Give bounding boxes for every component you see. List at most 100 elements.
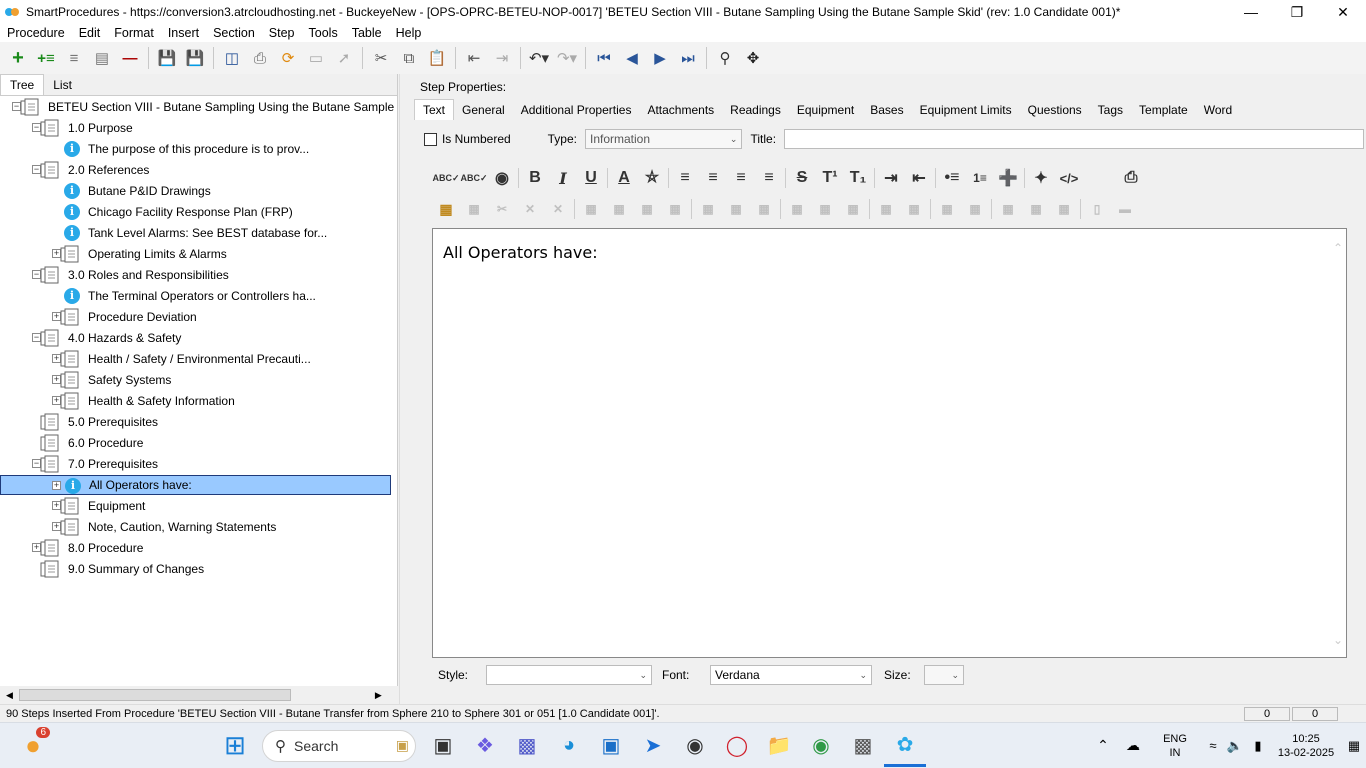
tab-text[interactable]: Text (414, 99, 455, 120)
list-alt-icon[interactable]: ▤ (88, 44, 116, 72)
html-source-icon[interactable]: </> (1055, 165, 1083, 191)
spellcheck-icon[interactable]: ABC✓ (432, 165, 460, 191)
table-action-icon[interactable]: ▦ (722, 196, 750, 222)
tree-node[interactable]: + Note, Caution, Warning Statements (0, 517, 391, 537)
add-icon[interactable]: + (4, 44, 32, 72)
export-icon[interactable]: ◫ (218, 44, 246, 72)
insert-line-icon[interactable]: ➕ (994, 165, 1022, 191)
wifi-icon[interactable]: ≈ (1202, 725, 1224, 767)
table-action-icon[interactable]: ▦ (872, 196, 900, 222)
tree-node[interactable]: i Butane P&ID Drawings (0, 181, 391, 201)
table-action-icon[interactable]: ▦ (900, 196, 928, 222)
remove-icon[interactable]: — (116, 44, 144, 72)
tree-node[interactable]: −4.0 Hazards & Safety (0, 328, 391, 348)
editor-scrollbar[interactable]: ⌃ ⌄ (1332, 229, 1346, 657)
tab-list[interactable]: List (44, 75, 81, 95)
file-explorer-icon[interactable]: 📁 (758, 725, 800, 767)
close-button[interactable]: ✕ (1320, 0, 1366, 24)
chevron-up-icon[interactable]: ⌃ (1088, 725, 1118, 767)
menu-procedure[interactable]: Procedure (0, 26, 72, 40)
undo-icon[interactable]: ↶▾ (525, 44, 553, 72)
tab-attachments[interactable]: Attachments (639, 100, 722, 120)
tree-node[interactable]: i Tank Level Alarms: See BEST database fo… (0, 223, 391, 243)
copy-icon[interactable]: ⧉ (395, 44, 423, 72)
last-icon[interactable]: ⏭ (674, 44, 702, 72)
strikethrough-icon[interactable]: S (788, 165, 816, 191)
spellcheck-auto-icon[interactable]: ABC✓ (460, 165, 488, 191)
save-icon[interactable]: 💾 (181, 44, 209, 72)
subscript-icon[interactable]: T₁ (844, 165, 872, 191)
tab-general[interactable]: General (454, 100, 513, 120)
clock[interactable]: 10:25 13-02-2025 (1270, 732, 1342, 760)
weather-icon[interactable]: ● 6 (12, 725, 54, 767)
scroll-thumb[interactable] (18, 689, 291, 701)
font-select[interactable]: Verdana ⌄ (710, 665, 872, 685)
tab-readings[interactable]: Readings (722, 100, 789, 120)
bullet-list-icon[interactable]: •≡ (938, 165, 966, 191)
menu-format[interactable]: Format (107, 26, 161, 40)
menu-help[interactable]: Help (389, 26, 429, 40)
task-view-icon[interactable]: ▣ (422, 725, 464, 767)
tree-node[interactable]: −1.0 Purpose (0, 118, 391, 138)
start-icon[interactable]: ⊞ (214, 725, 256, 767)
move-icon[interactable]: ✥ (739, 44, 767, 72)
style-select[interactable]: ⌄ (486, 665, 652, 685)
menu-insert[interactable]: Insert (161, 26, 206, 40)
tree-node[interactable]: 6.0 Procedure (0, 433, 391, 453)
tree-node[interactable]: −3.0 Roles and Responsibilities (0, 265, 391, 285)
dell-icon[interactable]: ◉ (674, 725, 716, 767)
menu-edit[interactable]: Edit (72, 26, 108, 40)
tab-tags[interactable]: Tags (1090, 100, 1131, 120)
scroll-right-icon[interactable]: ▶ (375, 690, 382, 701)
tab-equipment-limits[interactable]: Equipment Limits (912, 100, 1020, 120)
remote-desktop-icon[interactable]: ➤ (632, 725, 674, 767)
volume-icon[interactable]: 🔈 (1224, 725, 1246, 767)
app-icon-2[interactable]: ▩ (842, 725, 884, 767)
indent-left-icon[interactable]: ⇤ (905, 165, 933, 191)
scroll-up-icon[interactable]: ⌃ (1333, 241, 1343, 255)
underline-icon[interactable]: U (577, 165, 605, 191)
tree-node[interactable]: + Health & Safety Information (0, 391, 391, 411)
tab-template[interactable]: Template (1131, 100, 1196, 120)
store-icon[interactable]: ▣ (590, 725, 632, 767)
table-action-icon[interactable]: ✕ (544, 196, 572, 222)
menu-table[interactable]: Table (345, 26, 389, 40)
copilot-icon[interactable]: ❖ (464, 725, 506, 767)
editor-content[interactable]: All Operators have: (443, 243, 598, 262)
bold-icon[interactable]: B (521, 165, 549, 191)
add-child-icon[interactable]: +≡ (32, 44, 60, 72)
tree-node[interactable]: + Operating Limits & Alarms (0, 244, 391, 264)
table-action-icon[interactable]: ✕ (516, 196, 544, 222)
size-select[interactable]: ⌄ (924, 665, 964, 685)
scroll-down-icon[interactable]: ⌄ (1333, 633, 1343, 647)
table-action-icon[interactable]: ▦ (750, 196, 778, 222)
previous-icon[interactable]: ◀ (618, 44, 646, 72)
table-action-icon[interactable]: ▦ (633, 196, 661, 222)
tree-node[interactable]: i Chicago Facility Response Plan (FRP) (0, 202, 391, 222)
teams-icon[interactable]: ▩ (506, 725, 548, 767)
align-center-icon[interactable]: ≡ (699, 165, 727, 191)
tree-node[interactable]: − BETEU Section VIII - Butane Sampling Us… (0, 97, 397, 117)
align-right-icon[interactable]: ≡ (727, 165, 755, 191)
window-icon[interactable]: ▭ (302, 44, 330, 72)
first-icon[interactable]: ⏮ (590, 44, 618, 72)
indent-icon[interactable]: ⇥ (488, 44, 516, 72)
table-action-icon[interactable]: ✂ (488, 196, 516, 222)
taskbar-search[interactable]: ⚲ Search ▣ (262, 729, 416, 762)
table-action-icon[interactable]: ▦ (1050, 196, 1078, 222)
tree-node[interactable]: −7.0 Prerequisites (0, 454, 391, 474)
save-all-icon[interactable]: 💾 (153, 44, 181, 72)
table-action-icon[interactable]: ▦ (661, 196, 689, 222)
paste-icon[interactable]: 📋 (423, 44, 451, 72)
menu-section[interactable]: Section (206, 26, 262, 40)
insert-table-icon[interactable]: ▦ (432, 196, 460, 222)
table-action-icon[interactable]: ▦ (811, 196, 839, 222)
tree-node[interactable]: + Equipment (0, 496, 391, 516)
italic-icon[interactable]: I (549, 165, 577, 191)
notification-icon[interactable]: ▦ (1342, 725, 1366, 767)
table-action-icon[interactable]: ▦ (694, 196, 722, 222)
scroll-left-icon[interactable]: ◀ (6, 690, 13, 701)
table-action-icon[interactable]: ▯ (1083, 196, 1111, 222)
table-action-icon[interactable]: ▦ (783, 196, 811, 222)
table-action-icon[interactable]: ▬ (1111, 196, 1139, 222)
